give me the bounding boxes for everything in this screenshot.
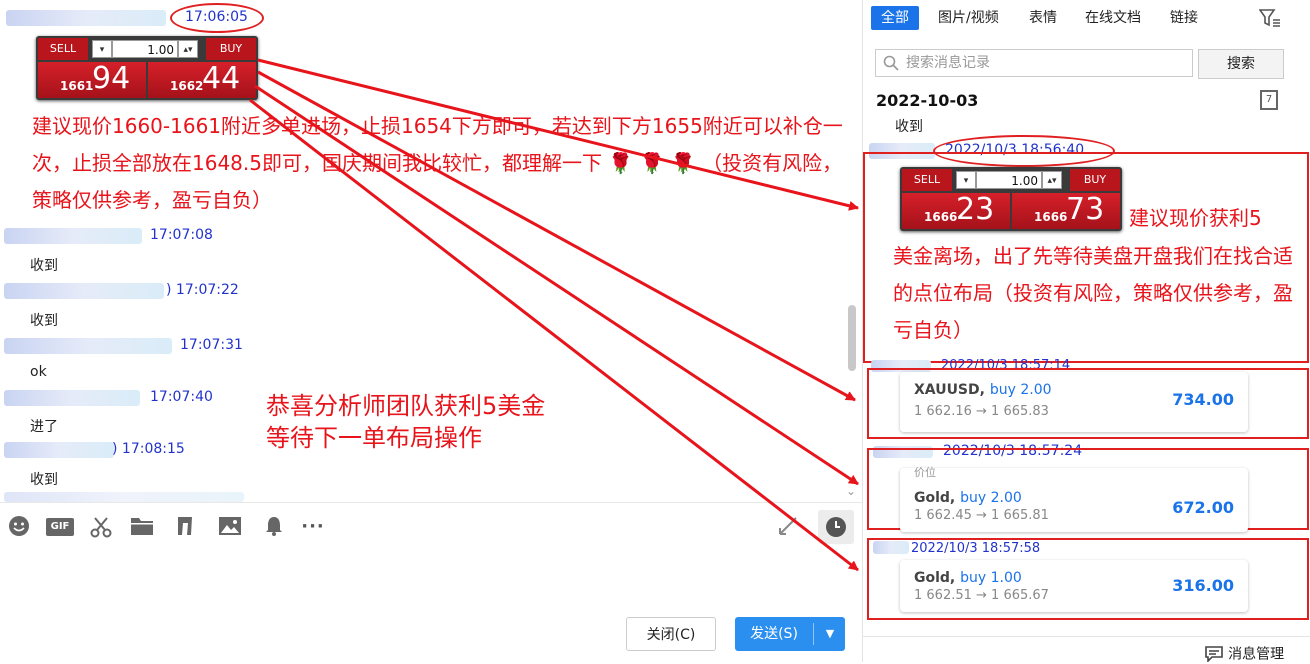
sender-name-blurred (4, 228, 142, 244)
rose-icon: 🌹 🌹 🌹 (601, 151, 703, 175)
scissors-icon[interactable] (88, 515, 114, 539)
sender-name-blurred (4, 442, 114, 458)
trade-prices: 1 662.45 → 1 665.81 (914, 508, 1049, 523)
advice-text: 建议现价1660-1661附近多单进场，止损1654下方即可，若达到下方1655… (32, 114, 843, 212)
history-message: 收到 (895, 119, 923, 135)
lot-size[interactable]: 1.00 (976, 171, 1042, 189)
trade-profit: 316.00 (1172, 576, 1234, 595)
emoji-icon[interactable] (6, 515, 32, 539)
trade-profit: 734.00 (1172, 390, 1234, 409)
trade-prices: 1 662.16 → 1 665.83 (914, 404, 1049, 419)
tab-images-videos[interactable]: 图片/视频 (938, 6, 999, 30)
trade-direction: buy 1.00 (960, 570, 1022, 586)
tab-all[interactable]: 全部 (871, 6, 919, 30)
scroll-down-icon[interactable]: ⌄ (846, 484, 856, 498)
sender-name-blurred (4, 283, 164, 299)
sell-button[interactable]: SELL (902, 169, 952, 191)
trade-direction: buy 2.00 (960, 490, 1022, 506)
trade-profit: 672.00 (1172, 498, 1234, 517)
lot-stepper[interactable]: ▴▾ (178, 40, 198, 58)
sell-price: 1666 23 (902, 193, 1010, 229)
folder-icon[interactable] (129, 515, 155, 539)
footer-divider (863, 636, 1310, 637)
buy-button[interactable]: BUY (206, 38, 256, 60)
sender-name-blurred (4, 492, 244, 502)
trade-widget: SELL ▾ 1.00 ▴▾ BUY 1661 94 1662 44 (36, 36, 258, 100)
sell-button[interactable]: SELL (38, 38, 88, 60)
message-text: 收到 (30, 258, 58, 274)
trade-symbol: XAUUSD, (914, 382, 990, 398)
bell-icon[interactable] (261, 515, 287, 539)
sell-price: 1661 94 (38, 62, 146, 98)
message-text: ok (30, 364, 47, 380)
trade-card[interactable]: Gold, buy 1.00 1 662.51 → 1 665.67 316.0… (900, 560, 1248, 612)
message-text: 进了 (30, 419, 58, 435)
tab-stickers[interactable]: 表情 (1029, 6, 1057, 30)
lot-dropdown[interactable]: ▾ (92, 40, 112, 58)
lot-dropdown[interactable]: ▾ (956, 171, 976, 189)
chat-panel: 17:06:05 SELL ▾ 1.00 ▴▾ BUY 1661 94 1662… (0, 0, 862, 662)
message-text: 收到 (30, 313, 58, 329)
message-text: 收到 (30, 472, 58, 488)
calendar-icon[interactable]: 7 (1260, 90, 1278, 110)
message-time: ) 17:07:22 (166, 282, 239, 298)
trade-symbol: Gold, (914, 570, 961, 586)
trade-symbol: Gold, (914, 490, 961, 506)
tab-online-docs[interactable]: 在线文档 (1085, 6, 1141, 30)
chat-icon (1205, 645, 1223, 663)
music-icon[interactable] (172, 515, 198, 539)
trade-card[interactable]: 价位 Gold, buy 2.00 1 662.45 → 1 665.81 67… (900, 466, 1248, 532)
image-icon[interactable] (217, 515, 243, 539)
search-icon (883, 55, 899, 75)
trade-prices: 1 662.51 → 1 665.67 (914, 588, 1049, 603)
message-time: ) 17:08:15 (112, 441, 185, 457)
clock-icon (826, 517, 846, 537)
close-button[interactable]: 关闭(C) (626, 617, 716, 651)
buy-price: 1666 73 (1012, 193, 1120, 229)
trade-card[interactable]: XAUUSD, buy 2.00 1 662.16 → 1 665.83 734… (900, 372, 1248, 432)
trade-widget: SELL ▾ 1.00 ▴▾ BUY 1666 23 1666 73 (900, 167, 1122, 231)
search-input[interactable]: 搜索消息记录 (875, 49, 1193, 77)
sender-name-blurred (4, 390, 140, 406)
time-highlight-oval (170, 3, 264, 33)
profit-text-first: 建议现价获利5 (1129, 206, 1262, 230)
message-time: 17:07:08 (150, 227, 213, 243)
filter-icon[interactable] (1258, 8, 1281, 32)
lot-stepper[interactable]: ▴▾ (1042, 171, 1062, 189)
search-button[interactable]: 搜索 (1198, 49, 1284, 79)
send-button[interactable]: 发送(S) ▼ (735, 617, 845, 651)
sender-name-blurred (4, 338, 172, 354)
more-icon[interactable]: ··· (300, 515, 326, 539)
gif-icon[interactable]: GIF (46, 515, 74, 539)
input-toolbar: GIF ··· (0, 502, 862, 549)
send-options-icon[interactable]: ▼ (815, 617, 845, 651)
annotation-text: 恭喜分析师团队获利5美金 等待下一单布局操作 (266, 392, 546, 452)
partial-label: 价位 (914, 466, 936, 479)
trade-direction: buy 2.00 (989, 382, 1052, 398)
message-time: 17:07:40 (150, 389, 213, 405)
lot-size[interactable]: 1.00 (112, 40, 178, 58)
history-toggle-button[interactable] (818, 510, 854, 544)
buy-price: 1662 44 (148, 62, 256, 98)
tab-links[interactable]: 链接 (1170, 6, 1198, 30)
message-time: 17:07:31 (180, 337, 243, 353)
profit-text: 美金离场，出了先等待美盘开盘我们在找合适的点位布局（投资有风险，策略仅供参考，盈… (893, 244, 1293, 342)
sender-name-blurred (6, 10, 166, 26)
scrollbar[interactable] (848, 305, 856, 371)
buy-button[interactable]: BUY (1070, 169, 1120, 191)
message-manage-link[interactable]: 消息管理 (1205, 643, 1284, 664)
date-heading: 2022-10-03 (876, 91, 979, 110)
history-panel: 全部 图片/视频 表情 在线文档 链接 搜索消息记录 搜索 2022-10-03… (863, 0, 1310, 664)
expand-icon[interactable] (775, 515, 801, 539)
